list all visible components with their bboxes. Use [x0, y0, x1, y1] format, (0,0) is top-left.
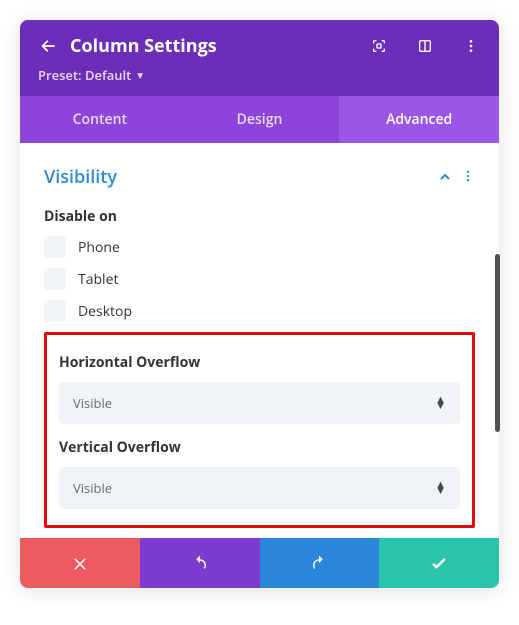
option-phone-label: Phone — [78, 238, 120, 257]
panel-title: Column Settings — [70, 34, 357, 58]
section-kebab-icon[interactable] — [461, 168, 475, 186]
preset-selector[interactable]: Preset: Default ▼ — [38, 66, 481, 84]
v-overflow-value: Visible — [73, 479, 112, 497]
redo-button[interactable] — [260, 538, 380, 588]
v-overflow-select[interactable]: Visible ▲▼ — [59, 467, 460, 509]
h-overflow-value: Visible — [73, 394, 112, 412]
option-tablet-label: Tablet — [78, 270, 118, 289]
tab-advanced[interactable]: Advanced — [339, 96, 499, 143]
option-tablet[interactable]: Tablet — [44, 268, 475, 290]
v-overflow-label: Vertical Overflow — [59, 438, 460, 457]
cancel-button[interactable] — [20, 538, 140, 588]
checkbox-tablet[interactable] — [44, 268, 66, 290]
disable-on-label: Disable on — [44, 207, 475, 226]
preset-label: Preset: Default — [38, 66, 131, 84]
layout-icon[interactable] — [415, 36, 435, 56]
h-overflow-label: Horizontal Overflow — [59, 353, 460, 372]
tab-design[interactable]: Design — [180, 96, 340, 143]
sort-icon: ▲▼ — [435, 482, 446, 494]
option-desktop-label: Desktop — [78, 302, 132, 321]
back-icon[interactable] — [38, 36, 58, 56]
kebab-icon[interactable] — [461, 36, 481, 56]
section-title[interactable]: Visibility — [44, 165, 429, 189]
option-phone[interactable]: Phone — [44, 236, 475, 258]
option-desktop[interactable]: Desktop — [44, 300, 475, 322]
tab-content[interactable]: Content — [20, 96, 180, 143]
confirm-button[interactable] — [379, 538, 499, 588]
checkbox-phone[interactable] — [44, 236, 66, 258]
chevron-up-icon[interactable] — [437, 169, 453, 185]
expand-icon[interactable] — [369, 36, 389, 56]
caret-down-icon: ▼ — [135, 68, 145, 82]
highlight-box: Horizontal Overflow Visible ▲▼ Vertical … — [44, 332, 475, 528]
scrollbar[interactable] — [495, 254, 500, 432]
sort-icon: ▲▼ — [435, 397, 446, 409]
h-overflow-select[interactable]: Visible ▲▼ — [59, 382, 460, 424]
checkbox-desktop[interactable] — [44, 300, 66, 322]
undo-button[interactable] — [140, 538, 260, 588]
